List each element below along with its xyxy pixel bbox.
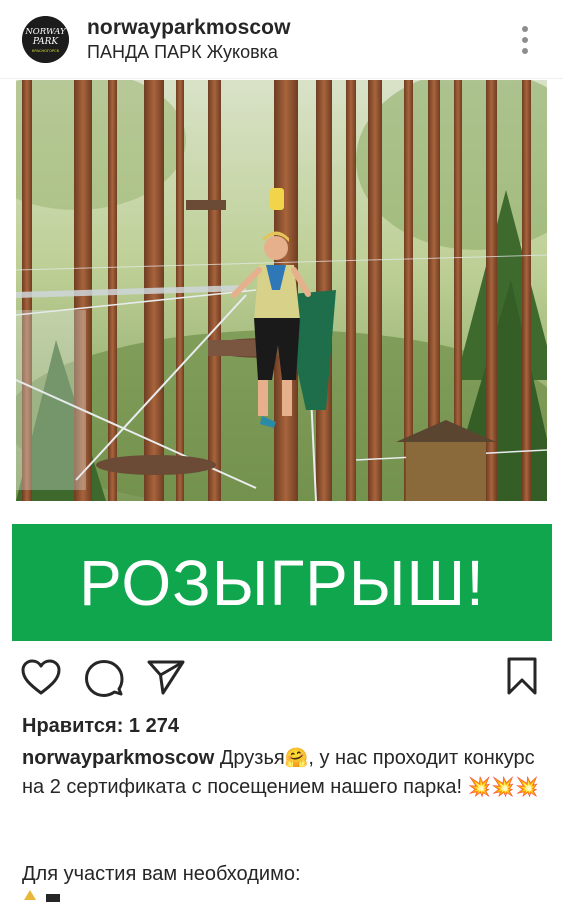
norway-park-logo-icon: NORWAY PARK КРАСНОГОРСК (22, 16, 69, 63)
more-options-button[interactable] (512, 22, 538, 58)
more-dot-icon (522, 48, 528, 54)
caption-text-1: Друзья (214, 747, 285, 769)
share-button[interactable] (146, 658, 186, 696)
avatar[interactable]: NORWAY PARK КРАСНОГОРСК (22, 16, 69, 63)
send-icon (147, 660, 185, 695)
post-caption: norwayparkmoscow Друзья🤗, у нас проходит… (22, 744, 542, 802)
bookmark-icon (507, 657, 537, 695)
banner-text: РОЗЫГРЫШ! (79, 546, 485, 619)
rope-park-photo-icon (16, 80, 547, 501)
collision-emoji-icon: 💥💥💥 (467, 777, 539, 798)
post-location[interactable]: ПАНДА ПАРК Жуковка (87, 42, 278, 63)
likes-count[interactable]: Нравится: 1 274 (22, 715, 179, 738)
more-dot-icon (522, 37, 528, 43)
caption-username[interactable]: norwayparkmoscow (22, 747, 214, 769)
post-username[interactable]: norwayparkmoscow (87, 16, 291, 40)
post-header: NORWAY PARK КРАСНОГОРСК norwayparkmoscow… (0, 0, 563, 79)
logo-text-2: PARK (32, 37, 60, 47)
like-button[interactable] (20, 658, 62, 696)
more-dot-icon (522, 26, 528, 32)
logo-text-3: КРАСНОГОРСК (32, 49, 60, 53)
heart-icon (21, 659, 61, 695)
giveaway-banner: РОЗЫГРЫШ! (12, 524, 552, 641)
post-photo[interactable] (16, 80, 547, 501)
caption-instructions: Для участия вам необходимо: (22, 863, 301, 885)
comment-icon (85, 660, 124, 697)
logo-text-1: NORWAY (24, 27, 67, 37)
save-button[interactable] (506, 656, 538, 696)
comment-button[interactable] (84, 658, 124, 698)
hugging-emoji-icon: 🤗 (284, 748, 309, 769)
